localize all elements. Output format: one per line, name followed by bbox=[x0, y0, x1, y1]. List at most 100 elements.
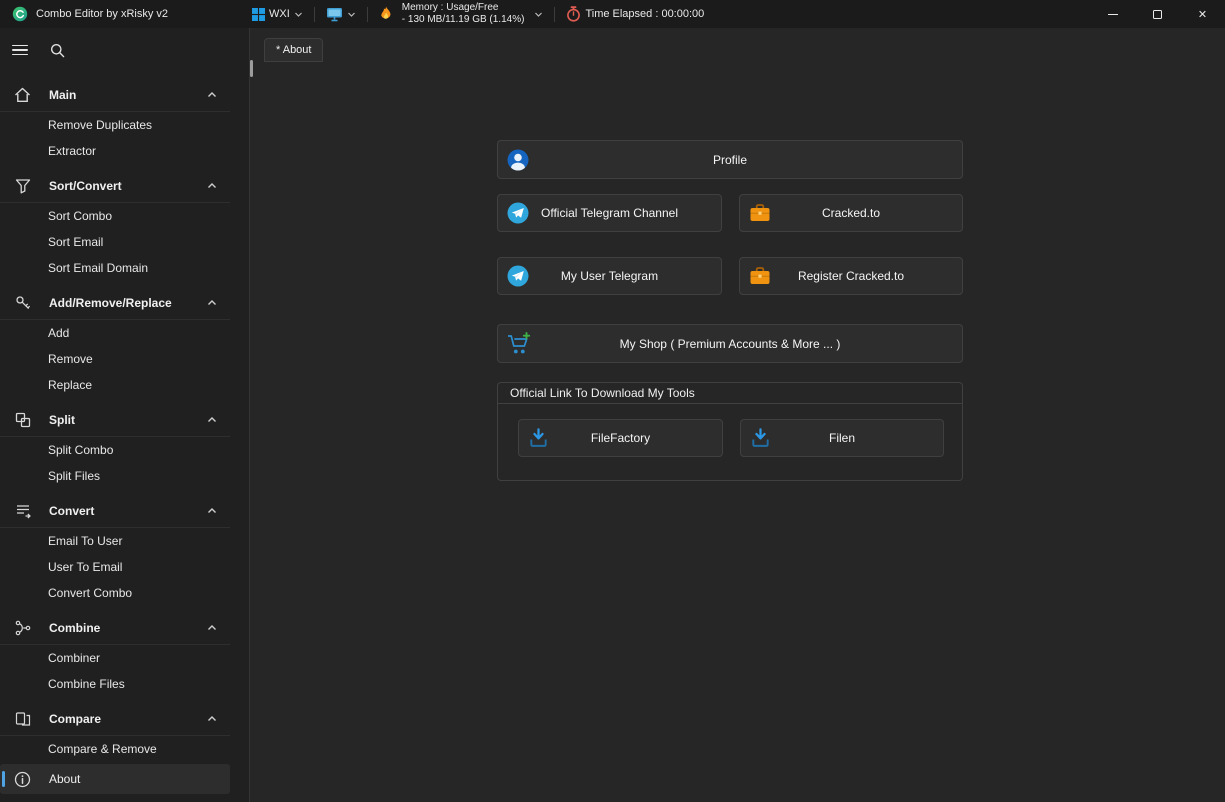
sidebar-section-compare[interactable]: Compare bbox=[0, 702, 230, 736]
sidebar-item-about[interactable]: About bbox=[0, 764, 230, 794]
time-elapsed-label: Time Elapsed : 00:00:00 bbox=[585, 8, 704, 20]
chevron-down-icon bbox=[534, 10, 543, 19]
register-cracked-to-button-label: Register Cracked.to bbox=[798, 269, 904, 283]
tab-about[interactable]: * About bbox=[264, 38, 323, 62]
sidebar-section-split[interactable]: Split bbox=[0, 403, 230, 437]
toolbar-divider bbox=[554, 7, 555, 22]
chevron-up-icon bbox=[206, 414, 218, 426]
wxi-dropdown[interactable]: WXI bbox=[250, 8, 305, 21]
cracked-to-button[interactable]: Cracked.to bbox=[739, 194, 963, 232]
window-controls: ✕ bbox=[1090, 0, 1225, 28]
filen-button[interactable]: Filen bbox=[740, 419, 944, 457]
search-icon[interactable] bbox=[50, 43, 65, 58]
maximize-button[interactable] bbox=[1135, 0, 1180, 28]
filen-button-label: Filen bbox=[829, 431, 855, 445]
download-icon bbox=[749, 427, 772, 450]
memory-label: Memory : Usage/Free bbox=[402, 2, 525, 14]
my-user-telegram-button-label: My User Telegram bbox=[561, 269, 658, 283]
compare-icon bbox=[14, 711, 31, 727]
sidebar-item-combiner[interactable]: Combiner bbox=[0, 645, 230, 671]
sidebar-item-remove[interactable]: Remove bbox=[0, 346, 230, 372]
home-icon bbox=[14, 87, 31, 103]
chevron-up-icon bbox=[206, 505, 218, 517]
split-icon bbox=[14, 412, 31, 428]
content-area: * About Profile Official Telegram Channe… bbox=[250, 28, 1225, 802]
sidebar-section-label: Sort/Convert bbox=[49, 179, 122, 193]
chevron-up-icon bbox=[206, 622, 218, 634]
app-logo-icon bbox=[12, 6, 28, 22]
titlebar: Combo Editor by xRisky v2 WXI bbox=[0, 0, 1225, 28]
toolbar-divider bbox=[314, 7, 315, 22]
chevron-up-icon bbox=[206, 713, 218, 725]
profile-button-label: Profile bbox=[713, 153, 747, 167]
chevron-up-icon bbox=[206, 89, 218, 101]
my-shop-button-label: My Shop ( Premium Accounts & More ... ) bbox=[620, 337, 841, 351]
windows-logo-icon bbox=[252, 8, 265, 21]
register-cracked-to-button[interactable]: Register Cracked.to bbox=[739, 257, 963, 295]
add-remove-replace-icon bbox=[14, 295, 31, 311]
download-tools-group-title: Official Link To Download My Tools bbox=[498, 383, 962, 404]
titlebar-toolbar: WXI bbox=[250, 0, 706, 28]
close-icon: ✕ bbox=[1198, 8, 1207, 21]
sidebar-section-label: Split bbox=[49, 413, 75, 427]
sidebar-section-combine[interactable]: Combine bbox=[0, 611, 230, 645]
minimize-button[interactable] bbox=[1090, 0, 1135, 28]
filter-icon bbox=[14, 178, 31, 194]
sidebar-item-replace[interactable]: Replace bbox=[0, 372, 230, 398]
titlebar-app-area: Combo Editor by xRisky v2 bbox=[0, 6, 250, 22]
sidebar-section-label: Add/Remove/Replace bbox=[49, 296, 172, 310]
profile-icon bbox=[506, 148, 530, 172]
sidebar-item-email-to-user[interactable]: Email To User bbox=[0, 528, 230, 554]
chevron-up-icon bbox=[206, 180, 218, 192]
convert-icon bbox=[14, 503, 31, 519]
sidebar-section-label: Convert bbox=[49, 504, 94, 518]
hamburger-menu-icon[interactable] bbox=[12, 45, 28, 56]
tab-about-label: * About bbox=[276, 44, 311, 56]
memory-value: - 130 MB/11.19 GB (1.14%) bbox=[402, 14, 525, 26]
about-label: About bbox=[49, 772, 80, 786]
flame-icon bbox=[379, 6, 393, 22]
sidebar-item-combine-files[interactable]: Combine Files bbox=[0, 671, 230, 697]
profile-button[interactable]: Profile bbox=[497, 140, 963, 179]
wxi-label: WXI bbox=[269, 8, 290, 20]
info-icon bbox=[14, 771, 31, 788]
app-title: Combo Editor by xRisky v2 bbox=[36, 8, 168, 20]
memory-dropdown[interactable]: Memory : Usage/Free - 130 MB/11.19 GB (1… bbox=[377, 2, 546, 26]
sidebar-section-convert[interactable]: Convert bbox=[0, 494, 230, 528]
sidebar-item-extractor[interactable]: Extractor bbox=[0, 138, 230, 164]
selected-indicator bbox=[2, 771, 5, 787]
sidebar-section-label: Combine bbox=[49, 621, 100, 635]
toolbar-divider bbox=[367, 7, 368, 22]
telegram-icon bbox=[506, 264, 530, 288]
sidebar-item-remove-duplicates[interactable]: Remove Duplicates bbox=[0, 112, 230, 138]
telegram-channel-button[interactable]: Official Telegram Channel bbox=[497, 194, 722, 232]
sidebar-section-add-remove-replace[interactable]: Add/Remove/Replace bbox=[0, 286, 230, 320]
sidebar-item-convert-combo[interactable]: Convert Combo bbox=[0, 580, 230, 606]
shopping-cart-icon bbox=[506, 331, 533, 356]
chevron-up-icon bbox=[206, 297, 218, 309]
sidebar-section-sort-convert[interactable]: Sort/Convert bbox=[0, 169, 230, 203]
sidebar-section-label: Compare bbox=[49, 712, 101, 726]
sidebar-item-split-combo[interactable]: Split Combo bbox=[0, 437, 230, 463]
stopwatch-icon bbox=[566, 6, 581, 22]
maximize-icon bbox=[1153, 10, 1162, 19]
sidebar-item-user-to-email[interactable]: User To Email bbox=[0, 554, 230, 580]
scrollbar-thumb[interactable] bbox=[250, 60, 253, 77]
sidebar-item-sort-combo[interactable]: Sort Combo bbox=[0, 203, 230, 229]
sidebar-item-add[interactable]: Add bbox=[0, 320, 230, 346]
sidebar-item-compare-and-remove[interactable]: Compare & Remove bbox=[0, 736, 230, 762]
filefactory-button[interactable]: FileFactory bbox=[518, 419, 723, 457]
combine-icon bbox=[14, 620, 31, 636]
sidebar-item-sort-email[interactable]: Sort Email bbox=[0, 229, 230, 255]
sidebar-section-main[interactable]: Main bbox=[0, 78, 230, 112]
sidebar-item-sort-email-domain[interactable]: Sort Email Domain bbox=[0, 255, 230, 281]
download-icon bbox=[527, 427, 550, 450]
telegram-channel-button-label: Official Telegram Channel bbox=[541, 206, 678, 220]
my-shop-button[interactable]: My Shop ( Premium Accounts & More ... ) bbox=[497, 324, 963, 363]
my-user-telegram-button[interactable]: My User Telegram bbox=[497, 257, 722, 295]
download-tools-group: Official Link To Download My Tools FileF… bbox=[497, 382, 963, 481]
display-dropdown[interactable] bbox=[324, 7, 358, 22]
sidebar-item-split-files[interactable]: Split Files bbox=[0, 463, 230, 489]
chevron-down-icon bbox=[294, 10, 303, 19]
close-button[interactable]: ✕ bbox=[1180, 0, 1225, 28]
